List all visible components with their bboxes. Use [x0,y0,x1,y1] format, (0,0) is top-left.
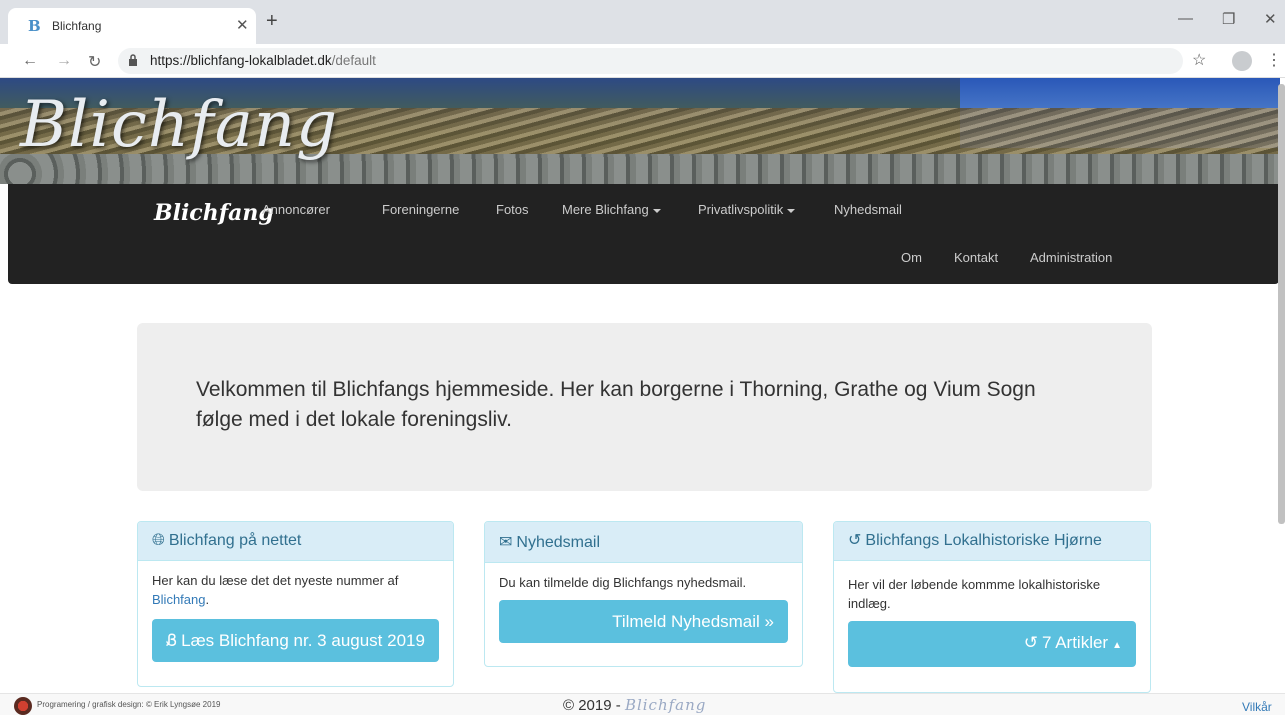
footer-credit: Programering / grafisk design: © Erik Ly… [37,700,221,709]
blichfang-link[interactable]: Blichfang [152,592,205,607]
forward-icon[interactable]: → [56,52,72,70]
panel-local-history-header: ↺ Blichfangs Lokalhistoriske Hjørne [834,522,1150,561]
copyright-brand: Blichfang [624,696,707,714]
panel-local-history-body: Her vil der løbende kommme lokalhistoris… [834,561,1150,677]
envelope-icon: ✉ [499,534,513,551]
read-issue-button[interactable]: Ᏸ Læs Blichfang nr. 3 august 2019 [152,619,439,662]
lock-icon [129,54,137,66]
site-favicon-icon: B [28,17,41,35]
page-footer: Programering / grafisk design: © Erik Ly… [0,693,1285,715]
nav-fotos[interactable]: Fotos [496,202,529,217]
url-text: https://blichfang-lokalbladet.dk/default [150,53,376,68]
header-banner: Blichfang [0,78,1280,184]
nav-foreningerne[interactable]: Foreningerne [382,202,459,217]
profile-avatar-icon[interactable] [1232,51,1252,71]
panel-online-body: Her kan du læse det det nyeste nummer af… [138,561,453,672]
panel-newsletter-text: Du kan tilmelde dig Blichfangs nyhedsmai… [499,575,747,590]
globe-icon: 🌐︎ [152,532,165,549]
terms-link[interactable]: Vilkår [1242,700,1272,714]
close-tab-icon[interactable]: ✕ [236,16,249,34]
back-icon[interactable]: ← [22,52,38,70]
nav-mere-blichfang-label: Mere Blichfang [562,202,649,217]
articles-dropdown-button[interactable]: ↺ 7 Artikler ▲ [848,621,1136,667]
nav-privatlivspolitik[interactable]: Privatlivspolitik [698,202,796,217]
history-icon: ↺ [848,532,862,549]
panel-online: 🌐︎ Blichfang på nettet Her kan du læse de… [137,521,454,687]
new-tab-icon[interactable]: + [266,10,278,33]
chevron-up-icon: ▲ [1112,640,1122,651]
copyright-text: © 2019 - [563,697,621,714]
panel-online-text: Her kan du læse det det nyeste nummer af [152,573,399,588]
read-issue-label: Læs Blichfang nr. 3 august 2019 [181,631,425,650]
panel-local-history-title: Blichfangs Lokalhistoriske Hjørne [865,532,1102,549]
welcome-jumbotron: Velkommen til Blichfangs hjemmeside. Her… [137,323,1152,491]
nav-privatlivspolitik-label: Privatlivspolitik [698,202,784,217]
chevron-down-icon [652,208,661,213]
footer-copyright: © 2019 - Blichfang [563,696,706,714]
author-avatar [14,697,32,715]
panel-newsletter-header: ✉ Nyhedsmail [485,522,802,563]
url-field[interactable]: https://blichfang-lokalbladet.dk/default [118,48,1183,74]
browser-tab[interactable]: B Blichfang ✕ [8,8,256,44]
articles-button-label: 7 Artikler [1041,633,1109,652]
panel-online-header: 🌐︎ Blichfang på nettet [138,522,453,561]
chevron-down-icon [787,208,796,213]
main-navbar: Blichfang Annoncører Foreningerne Fotos … [8,184,1279,284]
tab-title: Blichfang [52,19,102,33]
restore-window-icon[interactable]: ❐ [1222,10,1235,28]
browser-tab-strip: B Blichfang ✕ + — ❐ ✕ [0,0,1285,44]
panel-newsletter-body: Du kan tilmelde dig Blichfangs nyhedsmai… [485,563,802,653]
reload-icon[interactable]: ↻ [88,52,101,72]
close-window-icon[interactable]: ✕ [1264,10,1277,28]
bookmark-star-icon[interactable]: ☆ [1192,50,1206,70]
blichfang-b-icon: Ᏸ [166,631,178,650]
panel-newsletter: ✉ Nyhedsmail Du kan tilmelde dig Blichfan… [484,521,803,667]
url-path: /default [331,53,376,68]
browser-menu-icon[interactable]: ⋮ [1266,50,1282,70]
panel-online-title: Blichfang på nettet [168,532,302,549]
nav-om[interactable]: Om [901,250,922,265]
history-icon: ↺ [1023,633,1038,652]
welcome-text: Velkommen til Blichfangs hjemmeside. Her… [196,378,1036,431]
panel-newsletter-title: Nyhedsmail [516,534,600,551]
nav-nyhedsmail[interactable]: Nyhedsmail [834,202,902,217]
panel-local-history: ↺ Blichfangs Lokalhistoriske Hjørne Her v… [833,521,1151,693]
nav-annoncorer[interactable]: Annoncører [262,202,330,217]
nav-mere-blichfang[interactable]: Mere Blichfang [562,202,661,217]
banner-logo: Blichfang [20,88,339,162]
nav-administration[interactable]: Administration [1030,250,1112,265]
page-scrollbar[interactable] [1278,84,1285,524]
navbar-brand[interactable]: Blichfang [154,200,274,226]
subscribe-newsletter-button[interactable]: Tilmeld Nyhedsmail » [499,600,788,643]
url-host: https://blichfang-lokalbladet.dk [150,53,332,68]
nav-kontakt[interactable]: Kontakt [954,250,998,265]
address-bar-row: ← → ↻ https://blichfang-lokalbladet.dk/d… [0,44,1285,78]
panel-online-period: . [205,592,210,607]
panel-local-history-text: Her vil der løbende kommme lokalhistoris… [848,577,1101,611]
minimize-window-icon[interactable]: — [1178,10,1193,27]
